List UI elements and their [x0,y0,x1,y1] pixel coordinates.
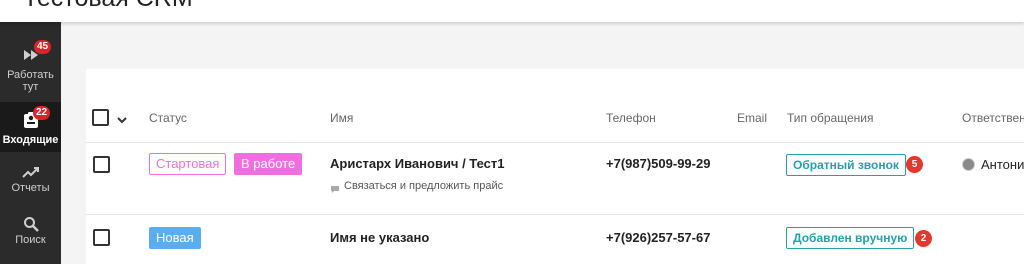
comment-icon [330,181,340,199]
row-divider [86,214,1024,215]
row-divider [86,142,1024,143]
chevron-down-icon[interactable] [116,112,128,130]
notification-badge: 22 [33,106,51,120]
column-header-phone[interactable]: Телефон [606,111,656,125]
lead-name[interactable]: Аристарх Иванович / Тест1 [330,156,505,171]
search-icon [0,216,61,235]
lead-phone[interactable]: +7(987)509-99-29 [606,156,710,171]
column-header-request-type[interactable]: Тип обращения [787,111,873,125]
sidebar-item-label: Работать [7,69,54,81]
status-tag[interactable]: Стартовая [149,153,227,175]
page-title: Тестовая CRM [23,0,193,13]
column-header-responsible[interactable]: Ответствен [962,111,1024,125]
request-type-tag[interactable]: Добавлен вручную [786,227,915,249]
request-type-tag[interactable]: Обратный звонок [786,154,906,176]
trend-chart-icon [0,166,61,181]
select-all-checkbox[interactable] [92,109,109,126]
count-badge: 2 [915,230,932,247]
responsible-name: Антонин [981,157,1024,172]
lead-phone[interactable]: +7(926)257-57-67 [606,230,710,245]
sidebar-item-work-here[interactable]: 45 Работать тут [0,40,61,98]
status-tag[interactable]: Новая [149,227,201,249]
column-header-status[interactable]: Статус [149,111,187,125]
count-badge: 5 [906,156,923,173]
inbox-icon [0,112,61,132]
lead-task: Связаться и предложить прайс [344,180,504,192]
row-checkbox[interactable] [93,229,110,246]
sidebar: 45 Работать тут 22 Входящие Отчеты Поиск [0,22,61,264]
sidebar-item-search[interactable]: Поиск [0,212,61,254]
sidebar-item-label: Поиск [15,234,46,246]
lead-name[interactable]: Имя не указано [330,230,429,245]
sidebar-item-label: Отчеты [11,182,50,194]
sidebar-item-label: тут [22,81,39,93]
status-tag[interactable]: В работе [234,153,303,175]
sidebar-item-reports[interactable]: Отчеты [0,160,61,202]
row-checkbox[interactable] [93,156,110,173]
sidebar-item-inbox[interactable]: 22 Входящие [0,102,61,152]
top-bar: Тестовая CRM [0,0,1024,22]
column-header-name[interactable]: Имя [330,111,353,125]
sidebar-item-label: Входящие [2,134,59,146]
avatar [962,158,975,171]
notification-badge: 45 [34,40,52,54]
column-header-email[interactable]: Email [737,111,767,125]
fast-forward-icon [0,49,61,64]
